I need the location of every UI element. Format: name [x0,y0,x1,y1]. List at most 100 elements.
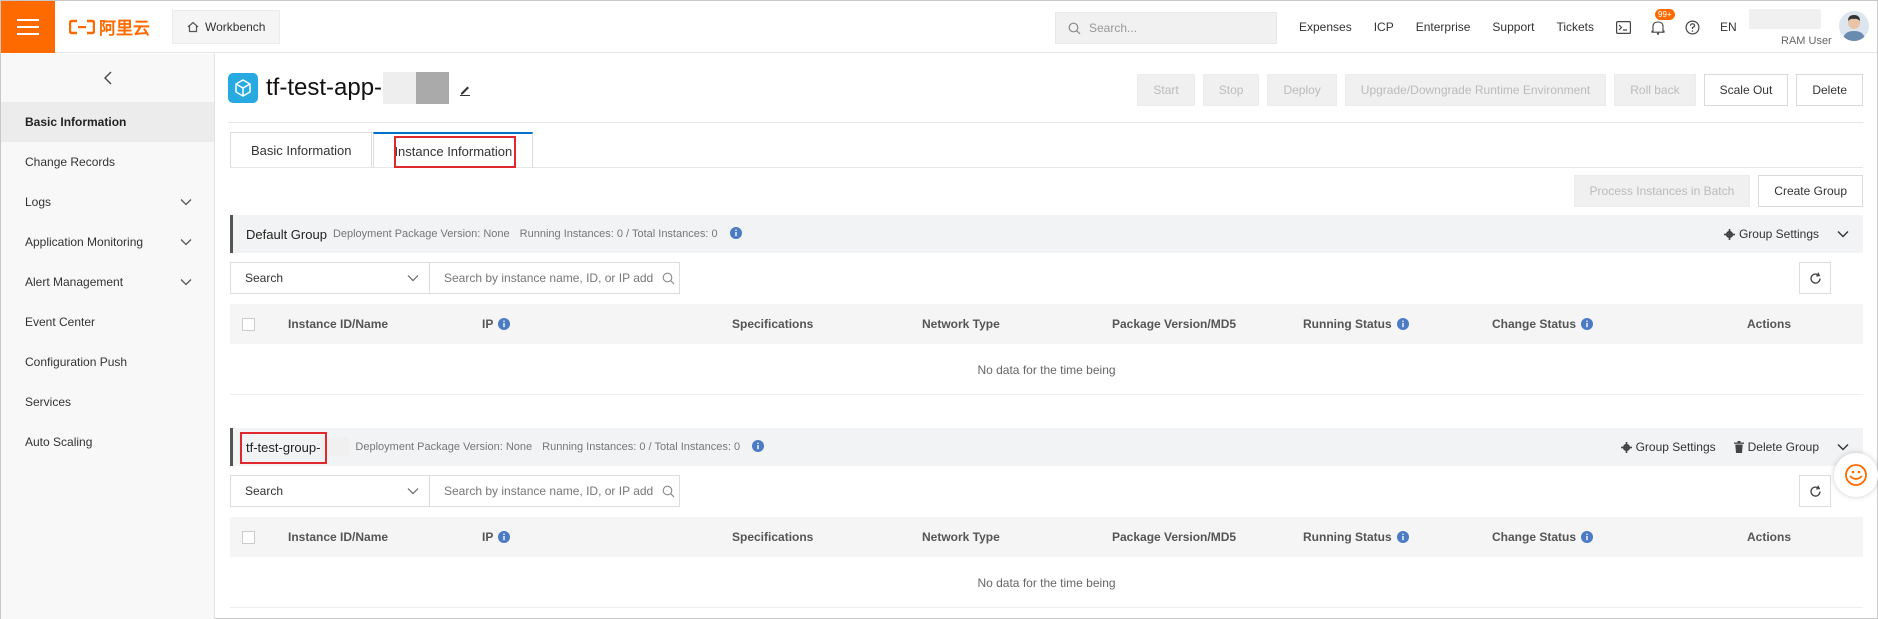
notification-bell-icon[interactable]: 99+ [1651,8,1675,35]
sidebar-item-configuration-push[interactable]: Configuration Push [1,342,214,382]
sidebar-item-basic-information[interactable]: Basic Information [1,102,214,142]
package-version-text: Deployment Package Version: None [355,441,533,453]
search-icon [662,272,675,285]
group-settings-button[interactable]: Group Settings [1620,440,1716,454]
table-header: Instance ID/Name IP Specifications Netwo… [230,517,1863,557]
user-menu[interactable]: RAM User [1749,5,1875,49]
global-search-input[interactable]: Search... [1055,12,1277,44]
chevron-down-icon[interactable] [1837,440,1849,454]
roll-back-button[interactable]: Roll back [1614,74,1696,106]
sidebar-item-event-center[interactable]: Event Center [1,302,214,342]
info-icon[interactable] [729,226,742,242]
scale-out-button[interactable]: Scale Out [1703,74,1789,106]
collapse-back-button[interactable] [1,54,214,102]
create-group-button[interactable]: Create Group [1758,175,1863,207]
sidebar-item-change-records[interactable]: Change Records [1,142,214,182]
group-meta: Deployment Package Version: None Running … [333,228,728,240]
column-header: Running Status [1303,530,1392,544]
menu-icon[interactable] [1,0,55,53]
sidebar-item-application-monitoring[interactable]: Application Monitoring [1,222,214,262]
workbench-label: Workbench [205,19,266,34]
sidebar-item-services[interactable]: Services [1,382,214,422]
chevron-down-icon [407,488,419,495]
chevron-left-icon [103,71,111,85]
stop-button[interactable]: Stop [1202,74,1260,106]
sidebar-item-auto-scaling[interactable]: Auto Scaling [1,422,214,462]
chevron-down-icon [407,275,419,282]
select-value: Search [245,484,284,498]
enterprise-link[interactable]: Enterprise [1416,20,1471,34]
column-header: Change Status [1492,317,1577,331]
upgrade-runtime-button[interactable]: Upgrade/Downgrade Runtime Environment [1344,74,1607,106]
sidebar: Basic Information Change Records Logs Ap… [1,54,215,619]
process-instances-batch-button[interactable]: Process Instances in Batch [1573,175,1751,207]
top-navigation-bar: 阿里云 Workbench Search... Expenses ICP Ent… [1,0,1877,53]
sidebar-item-label: Configuration Push [25,355,128,369]
column-header: Network Type [922,530,1000,544]
search-type-select[interactable]: Search [230,262,430,294]
refresh-button[interactable] [1799,262,1831,294]
input-placeholder: Search by instance name, ID, or IP add [444,271,654,285]
tickets-link[interactable]: Tickets [1556,20,1594,34]
chevron-down-icon [180,279,192,286]
info-icon[interactable] [1581,531,1594,543]
info-icon[interactable] [1396,318,1409,330]
delete-group-button[interactable]: Delete Group [1733,440,1819,454]
home-icon [187,21,199,32]
info-icon[interactable] [1581,318,1594,330]
instance-search-input[interactable]: Search by instance name, ID, or IP add [430,475,680,507]
instance-search-input[interactable]: Search by instance name, ID, or IP add [430,262,680,294]
deploy-button[interactable]: Deploy [1267,74,1337,106]
empty-table-message: No data for the time being [230,345,1863,395]
icp-link[interactable]: ICP [1374,20,1394,34]
select-value: Search [245,271,284,285]
help-icon[interactable] [1685,19,1700,35]
info-icon[interactable] [752,439,765,455]
info-icon[interactable] [1396,531,1409,543]
app-name-redacted [383,72,450,104]
aliyun-logo[interactable]: 阿里云 [69,14,150,39]
chevron-down-icon[interactable] [1837,227,1849,241]
workbench-button[interactable]: Workbench [172,9,281,44]
edit-icon[interactable] [459,84,471,99]
column-header: Instance ID/Name [288,317,389,331]
group-settings-label: Group Settings [1738,227,1819,241]
column-header: Specifications [732,530,814,544]
empty-table-message: No data for the time being [230,558,1863,608]
sidebar-item-alert-management[interactable]: Alert Management [1,262,214,302]
terminal-icon[interactable] [1616,20,1632,34]
delete-group-label: Delete Group [1747,440,1819,454]
sidebar-item-label: Services [25,395,72,409]
delete-button[interactable]: Delete [1796,74,1863,106]
table-header: Instance ID/Name IP Specifications Netwo… [230,304,1863,344]
column-header: IP [482,317,494,331]
chevron-down-icon [180,239,192,246]
instance-count-text: Running Instances: 0 / Total Instances: … [542,441,741,453]
info-icon[interactable] [498,531,511,543]
refresh-icon [1809,272,1821,284]
sidebar-item-label: Auto Scaling [25,435,93,449]
instance-filter: Search Search by instance name, ID, or I… [230,475,680,507]
input-placeholder: Search by instance name, ID, or IP add [444,484,654,498]
group-settings-label: Group Settings [1635,440,1716,454]
tab-basic-information[interactable]: Basic Information [230,132,373,168]
search-icon [662,485,675,498]
language-switch[interactable]: EN [1720,20,1737,34]
assistant-float-icon[interactable] [1834,453,1878,497]
column-header: Actions [1747,530,1792,544]
support-link[interactable]: Support [1492,20,1534,34]
start-button[interactable]: Start [1137,74,1195,106]
group-header-default: Default Group Deployment Package Version… [230,215,1863,253]
expenses-link[interactable]: Expenses [1299,20,1352,34]
refresh-icon [1809,485,1821,497]
refresh-button[interactable] [1799,475,1831,507]
search-type-select[interactable]: Search [230,475,430,507]
app-actions: Start Stop Deploy Upgrade/Downgrade Runt… [1129,74,1863,106]
column-header: Package Version/MD5 [1112,317,1237,331]
app-header: tf-test-app- [228,72,471,104]
group-settings-button[interactable]: Group Settings [1723,227,1819,241]
select-all-checkbox[interactable] [242,530,255,544]
select-all-checkbox[interactable] [242,317,255,331]
sidebar-item-logs[interactable]: Logs [1,182,214,222]
info-icon[interactable] [498,318,511,330]
